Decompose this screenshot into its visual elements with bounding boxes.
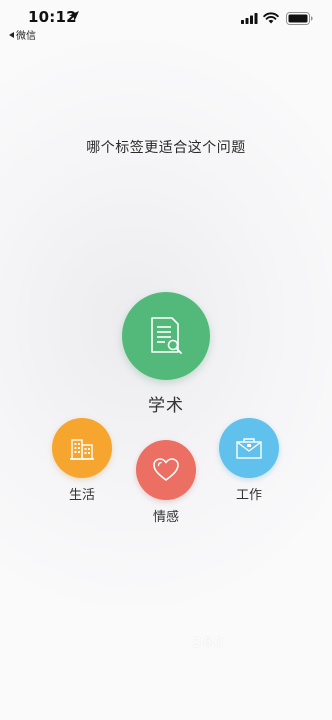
- category-work-label[interactable]: 工作: [219, 484, 279, 503]
- category-life-label[interactable]: 生活: [52, 484, 112, 503]
- category-academic-button[interactable]: [122, 292, 210, 380]
- cellular-signal-icon: [241, 13, 258, 24]
- wifi-icon: [263, 12, 279, 24]
- back-to-wechat-link[interactable]: 微信: [9, 27, 36, 42]
- heart-icon: [153, 458, 179, 481]
- category-emotion-label[interactable]: 情感: [136, 506, 196, 525]
- tag-question-title: 哪个标签更适合这个问题: [86, 140, 246, 156]
- category-academic-label[interactable]: 学术: [122, 391, 210, 416]
- document-search-icon: [151, 317, 182, 354]
- watermark: 360: [192, 635, 225, 651]
- battery-icon: [286, 12, 313, 25]
- back-arrow-icon: [9, 31, 14, 38]
- category-work-button[interactable]: [219, 418, 279, 478]
- briefcase-icon: [236, 438, 262, 459]
- location-arrow-icon: [69, 11, 79, 21]
- category-life-button[interactable]: [52, 418, 112, 478]
- back-label: 微信: [16, 31, 36, 42]
- buildings-icon: [70, 439, 94, 460]
- category-emotion-button[interactable]: [136, 440, 196, 500]
- status-bar: 10:12 微信: [0, 0, 332, 42]
